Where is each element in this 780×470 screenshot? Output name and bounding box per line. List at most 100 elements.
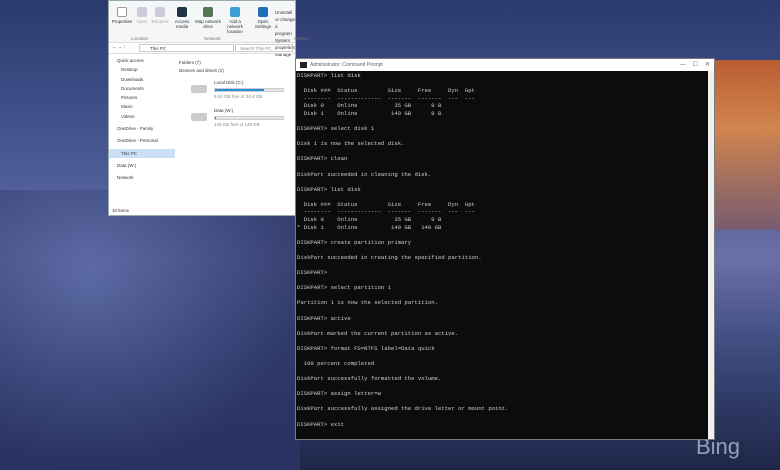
nav-documents[interactable]: Documents bbox=[117, 84, 175, 93]
console-line: 100 percent completed bbox=[297, 359, 375, 367]
drive-item[interactable]: Local Disk (C:) 9.54 GB free of 34.4 GB bbox=[179, 79, 295, 103]
console-line: DISKPART> format FS=NTFS label=Data quic… bbox=[297, 344, 435, 352]
title-bar: Administrator: Command Prompt — ☐ ✕ bbox=[296, 59, 714, 71]
file-explorer-window: Properties Open Rename Access media Map … bbox=[108, 0, 309, 216]
console-line: DiskPart succeeded in creating the speci… bbox=[297, 253, 482, 261]
network-drive-icon bbox=[203, 7, 213, 17]
console-line: * Disk 1 Online 149 GB 149 GB bbox=[297, 223, 442, 231]
properties-button[interactable]: Properties bbox=[111, 7, 133, 24]
drive-icon bbox=[191, 113, 207, 121]
console-line: DiskPart marked the current partition as… bbox=[297, 329, 459, 337]
address-bar[interactable]: This PC bbox=[139, 44, 234, 52]
rename-button[interactable]: Rename bbox=[149, 7, 171, 24]
group-location: Location bbox=[131, 36, 149, 41]
devices-header[interactable]: Devices and drives (2) bbox=[179, 67, 295, 75]
nav-this-pc[interactable]: This PC bbox=[109, 148, 175, 158]
map-network-drive-button[interactable]: Map network drive bbox=[195, 7, 221, 29]
console-line: DISKPART> select partition 1 bbox=[297, 284, 391, 292]
folders-header[interactable]: Folders (7) bbox=[179, 59, 295, 67]
nav-data-w[interactable]: Data (W:) bbox=[117, 161, 175, 170]
checkbox-icon bbox=[117, 7, 127, 17]
network-location-icon bbox=[230, 7, 240, 17]
nav-videos[interactable]: Videos bbox=[117, 112, 175, 121]
navigation-pane: Quick access Desktop Downloads Documents… bbox=[109, 56, 175, 183]
access-media-button[interactable]: Access media bbox=[171, 7, 193, 29]
ribbon: Properties Open Rename Access media Map … bbox=[109, 1, 309, 57]
nav-desktop[interactable]: Desktop bbox=[117, 65, 175, 74]
console-line: DiskPart successfully formatted the volu… bbox=[297, 375, 442, 383]
media-icon bbox=[177, 7, 187, 17]
add-network-location-button[interactable]: Add a network location bbox=[221, 7, 249, 34]
nav-pictures[interactable]: Pictures bbox=[117, 93, 175, 102]
open-icon bbox=[137, 7, 147, 17]
nav-music[interactable]: Music bbox=[117, 102, 175, 111]
cmd-icon bbox=[300, 62, 307, 68]
uninstall-link[interactable]: Uninstall or change a program bbox=[275, 9, 295, 37]
console-line: DISKPART> clean bbox=[297, 155, 348, 163]
gear-icon bbox=[258, 7, 268, 17]
nav-arrows-icon[interactable]: ← → ↑ bbox=[112, 44, 126, 49]
console-line: DISKPART> create partition primary bbox=[297, 238, 412, 246]
console-line: Disk 0 Online 35 GB 0 B bbox=[297, 102, 442, 110]
console-line: -------- ------------- ------- ------- -… bbox=[297, 208, 475, 216]
console-line: -------- ------------- ------- ------- -… bbox=[297, 94, 475, 102]
console-line: Partition 1 is now the selected partitio… bbox=[297, 299, 438, 307]
open-settings-button[interactable]: Open Settings bbox=[252, 7, 274, 29]
console-line: DISKPART> bbox=[297, 269, 328, 277]
drive-usage-bar bbox=[214, 88, 284, 92]
nav-downloads[interactable]: Downloads bbox=[117, 75, 175, 84]
close-button[interactable]: ✕ bbox=[705, 59, 710, 71]
drive-item[interactable]: Data (W:) 149 GB free of 149 GB bbox=[179, 107, 295, 131]
console-line: DiskPart successfully assigned the drive… bbox=[297, 405, 509, 413]
rename-icon bbox=[155, 7, 165, 17]
address-bar-row: ← → ↑ This PC Search This PC bbox=[109, 43, 295, 54]
content-pane: Folders (7) Devices and drives (2) Local… bbox=[179, 59, 295, 131]
console-line: DISKPART> list disk bbox=[297, 72, 361, 79]
console-line: Disk 1 is now the selected disk. bbox=[297, 140, 405, 148]
search-input[interactable]: Search This PC bbox=[235, 44, 293, 52]
maximize-button[interactable]: ☐ bbox=[693, 59, 698, 71]
console-line: DISKPART> list disk bbox=[297, 185, 361, 193]
console-line: DISKPART> select disk 1 bbox=[297, 125, 375, 133]
nav-quick-access[interactable]: Quick access bbox=[117, 56, 175, 65]
group-system: System bbox=[294, 36, 310, 41]
drive-icon bbox=[191, 85, 207, 93]
scrollbar[interactable] bbox=[708, 71, 714, 439]
nav-network[interactable]: Network bbox=[117, 173, 175, 182]
console-line: DISKPART> active bbox=[297, 314, 351, 322]
nav-onedrive-personal[interactable]: OneDrive - Personal bbox=[117, 136, 175, 145]
console-line: Disk ### Status Size Free Dyn Gpt bbox=[297, 200, 475, 208]
command-prompt-window: Administrator: Command Prompt — ☐ ✕ DISK… bbox=[295, 58, 715, 440]
console-line: Disk 1 Online 149 GB 0 B bbox=[297, 109, 442, 117]
nav-onedrive-family[interactable]: OneDrive - Family bbox=[117, 124, 175, 133]
console-output[interactable]: DISKPART> list disk Disk ### Status Size… bbox=[297, 72, 508, 428]
console-line: DISKPART> exit bbox=[297, 420, 344, 428]
console-line: Disk 0 Online 35 GB 0 B bbox=[297, 215, 442, 223]
window-title: Administrator: Command Prompt bbox=[310, 62, 383, 68]
background-hills bbox=[0, 190, 300, 470]
minimize-button[interactable]: — bbox=[680, 59, 686, 71]
console-line: Disk ### Status Size Free Dyn Gpt bbox=[297, 87, 475, 95]
drive-usage-bar bbox=[214, 116, 284, 120]
console-line: DiskPart succeeded in cleaning the disk. bbox=[297, 170, 432, 178]
console-line: DISKPART> assign letter=w bbox=[297, 390, 381, 398]
